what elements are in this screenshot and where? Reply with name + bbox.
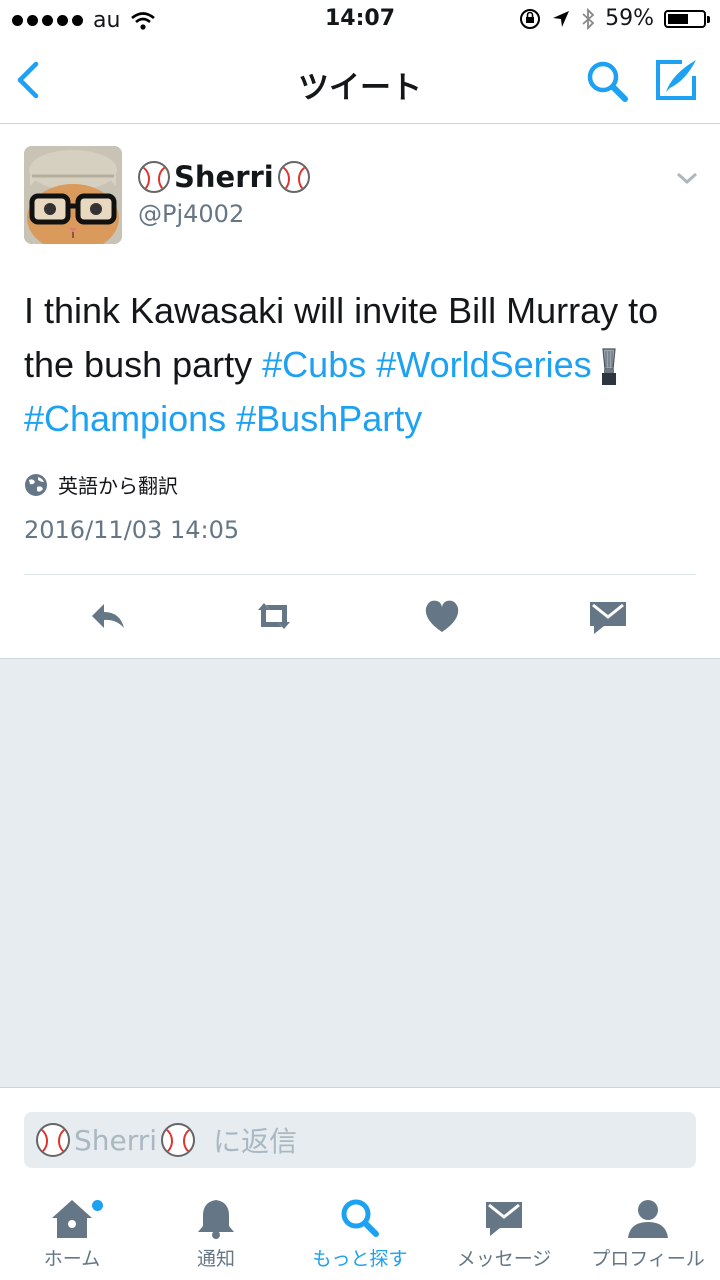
compose-icon[interactable] (652, 56, 700, 104)
reply-input[interactable]: Sherri に返信 (24, 1112, 696, 1168)
nav-bar: ツイート (0, 40, 720, 124)
reply-target-name: Sherri (74, 1123, 158, 1157)
baseball-emoji-icon (277, 161, 310, 193)
tab-explore[interactable]: もっと探す (288, 1196, 432, 1276)
user-handle[interactable]: @Pj4002 (138, 200, 244, 228)
tab-messages[interactable]: メッセージ (432, 1196, 576, 1276)
tab-label: メッセージ (456, 1248, 552, 1270)
globe-icon (25, 473, 47, 496)
tab-home[interactable]: ホーム (0, 1196, 144, 1276)
baseball-emoji-icon (138, 161, 170, 193)
bell-icon (198, 1200, 234, 1239)
tweet-detail: Sherri @Pj4002 I think Kawasaki will inv… (0, 124, 720, 659)
hashtag-bushparty[interactable]: #BushParty (236, 398, 422, 439)
location-icon (553, 10, 570, 27)
notification-dot (92, 1200, 103, 1211)
search-icon (341, 1199, 379, 1237)
tab-label: もっと探す (312, 1248, 408, 1270)
reply-icon[interactable] (86, 594, 130, 638)
avatar-cat-image (24, 146, 122, 244)
avatar[interactable] (24, 146, 122, 244)
tab-notifications[interactable]: 通知 (144, 1196, 288, 1276)
tab-label: ホーム (43, 1248, 101, 1270)
display-name[interactable]: Sherri (138, 160, 310, 194)
tab-label: 通知 (196, 1248, 235, 1270)
search-icon[interactable] (584, 58, 630, 104)
tweet-timestamp: 2016/11/03 14:05 (24, 516, 240, 544)
tab-bar: ホーム 通知 もっと探す メッセージ プロフィール (0, 1190, 720, 1280)
hashtag-champions[interactable]: #Champions (24, 398, 226, 439)
chevron-down-icon[interactable] (674, 168, 700, 188)
bluetooth-icon (582, 7, 595, 30)
translate-label: 英語から翻訳 (58, 474, 178, 498)
direct-message-icon[interactable] (586, 594, 630, 638)
divider (24, 574, 696, 575)
translate-link[interactable]: 英語から翻訳 (24, 470, 178, 499)
baseball-emoji-icon (161, 1123, 196, 1157)
hashtag-cubs[interactable]: #Cubs (262, 344, 366, 385)
trophy-emoji-icon (601, 348, 616, 386)
tab-profile[interactable]: プロフィール (576, 1196, 720, 1276)
like-heart-icon[interactable] (420, 594, 464, 638)
battery-percent: 59% (605, 6, 654, 31)
battery-icon (664, 9, 710, 28)
battery-fill (668, 13, 688, 24)
retweet-icon[interactable] (252, 594, 296, 638)
display-name-text: Sherri (174, 160, 274, 194)
status-right: 59% (519, 6, 710, 31)
home-icon (52, 1200, 92, 1238)
reply-suffix: に返信 (213, 1125, 298, 1158)
person-icon (628, 1200, 668, 1238)
orientation-lock-icon (520, 8, 541, 29)
status-bar: au 14:07 59% (0, 0, 720, 40)
hashtag-worldseries[interactable]: #WorldSeries (376, 344, 591, 385)
tweet-text: I think Kawasaki will invite Bill Murray… (24, 284, 700, 446)
envelope-icon (486, 1202, 522, 1236)
baseball-emoji-icon (36, 1123, 70, 1157)
tab-label: プロフィール (591, 1248, 705, 1270)
